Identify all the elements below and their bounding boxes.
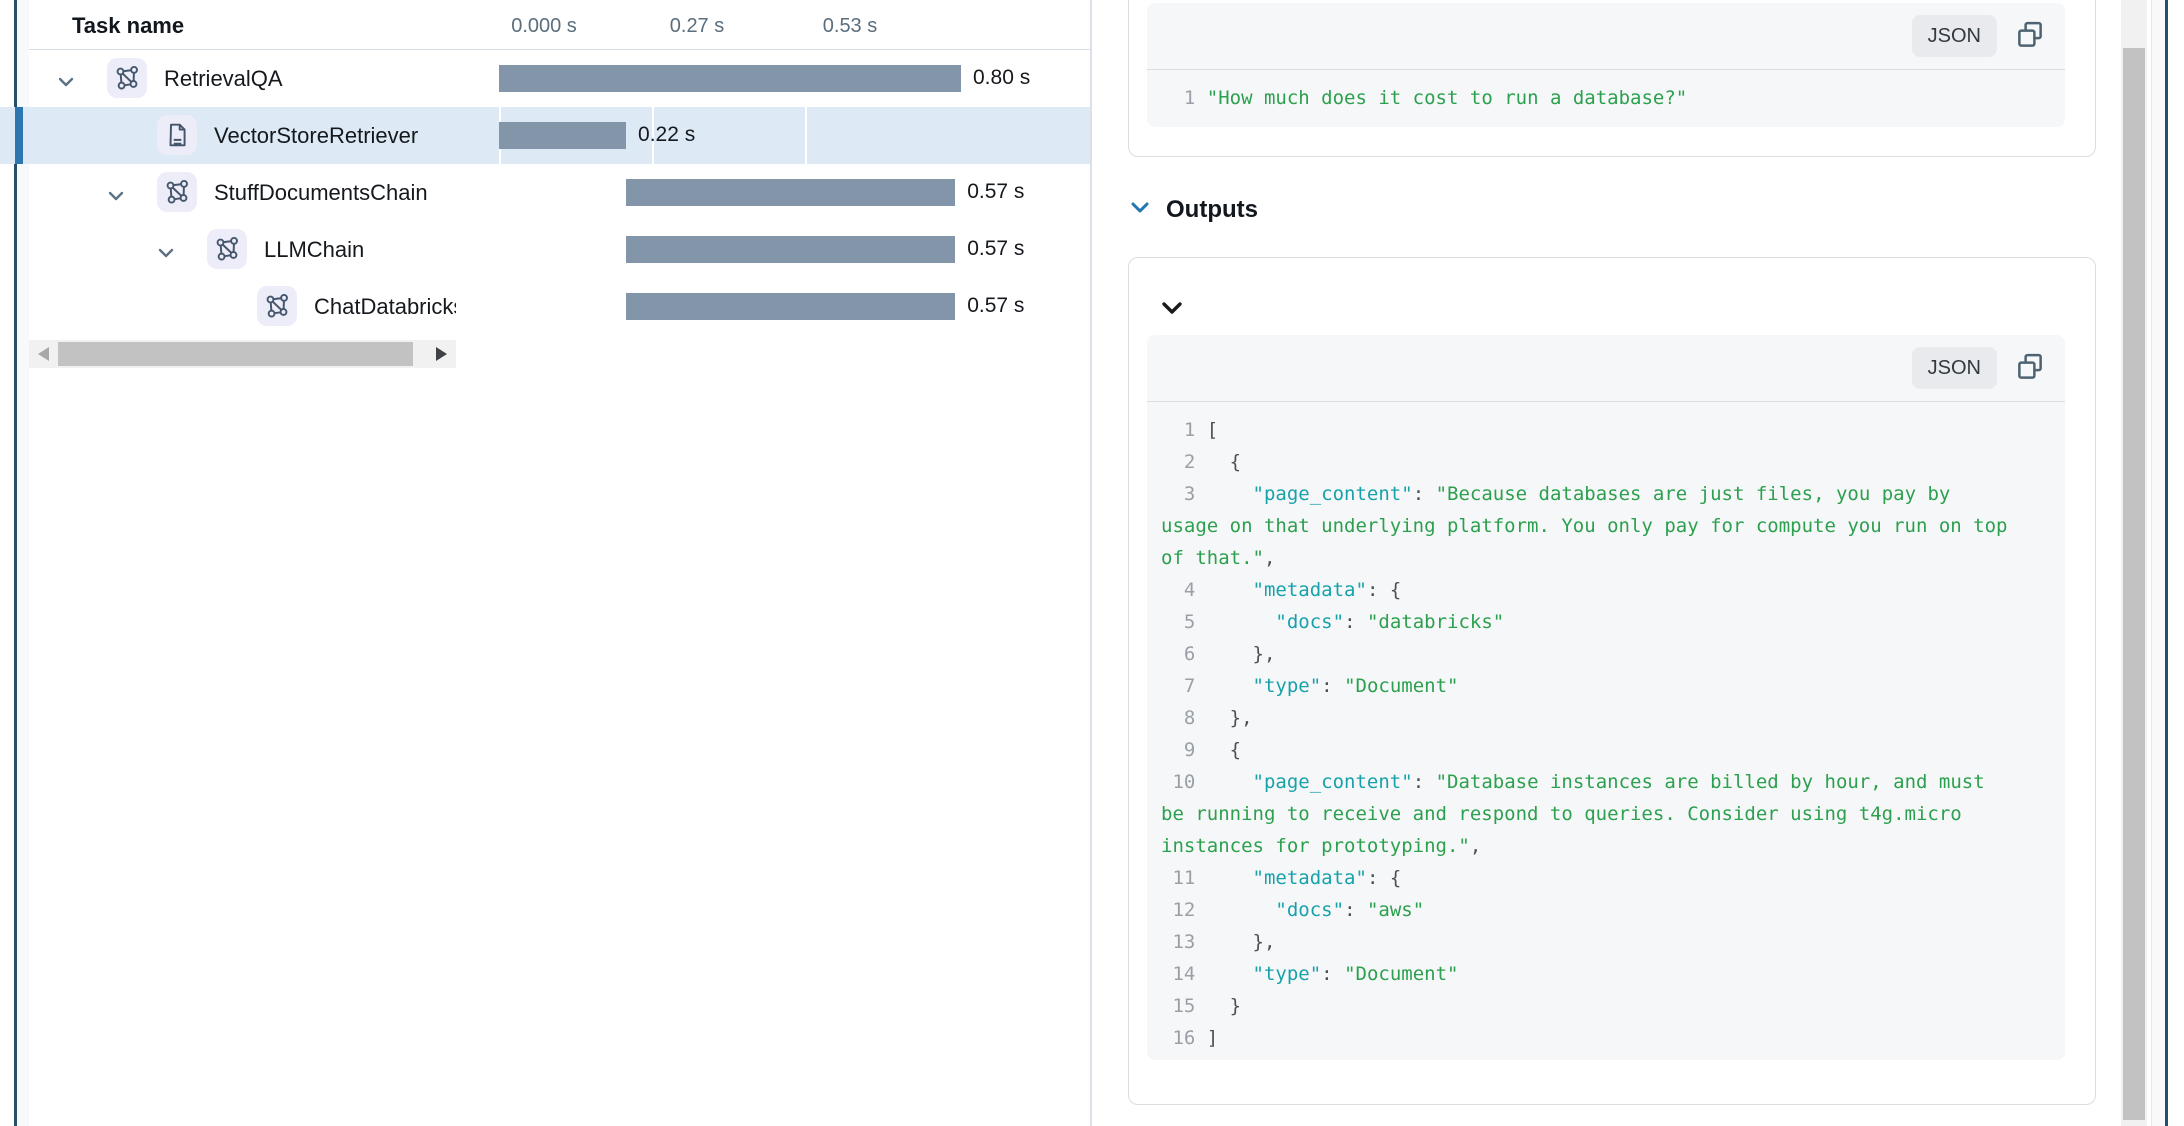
code-line: 2 { [1161, 446, 2013, 478]
chevron-down-icon[interactable] [108, 188, 124, 206]
json-format-button[interactable]: JSON [1912, 347, 1997, 389]
duration-bar[interactable] [499, 65, 961, 92]
code-line: 9 { [1161, 734, 2013, 766]
trace-row-chatdatabricks[interactable]: ChatDatabricks 0.57 s [0, 278, 1090, 335]
json-format-button[interactable]: JSON [1912, 15, 1997, 57]
task-name-cell: LLMChain [0, 221, 456, 278]
right-collapsed-rail [2151, 0, 2168, 1126]
duration-bar[interactable] [626, 236, 955, 263]
duration-label: 0.57 s [967, 180, 1024, 204]
collapse-chevron-down-icon[interactable] [1161, 301, 1183, 320]
task-name-column-header: Task name [72, 13, 184, 39]
line-number: 12 [1161, 899, 1207, 921]
vertical-scrollbar[interactable] [2121, 0, 2147, 1126]
task-name-cell: RetrievalQA [0, 50, 456, 107]
task-name-label: VectorStoreRetriever [214, 123, 418, 149]
line-number: 2 [1161, 451, 1207, 473]
scroll-left-arrow-icon[interactable] [38, 347, 49, 361]
line-number: 16 [1161, 1027, 1207, 1049]
chain-icon [207, 229, 247, 269]
horizontal-scrollbar[interactable] [29, 340, 456, 368]
line-number: 13 [1161, 931, 1207, 953]
code-line: 15 } [1161, 990, 2013, 1022]
trace-rows: RetrievalQA 0.80 s VectorStoreRetriever 0.2… [0, 50, 1090, 335]
line-number: 8 [1161, 707, 1207, 729]
task-name-label: RetrievalQA [164, 66, 283, 92]
line-number: 11 [1161, 867, 1207, 889]
line-number: 7 [1161, 675, 1207, 697]
inputs-code-block: JSON 1 "How much does it cost to run a d… [1147, 3, 2065, 127]
code-line: 8 }, [1161, 702, 2013, 734]
line-number: 6 [1161, 643, 1207, 665]
code-line: 12 "docs": "aws" [1161, 894, 2013, 926]
code-line: 4 "metadata": { [1161, 574, 2013, 606]
trace-row-vectorstoreretriever[interactable]: VectorStoreRetriever 0.22 s [0, 107, 1090, 164]
code-line: 7 "type": "Document" [1161, 670, 2013, 702]
task-name-cell: ChatDatabricks [0, 278, 456, 335]
duration-bar[interactable] [499, 122, 626, 149]
task-name-label: ChatDatabricks [314, 294, 456, 320]
code-line: 6 }, [1161, 638, 2013, 670]
duration-label: 0.22 s [638, 123, 695, 147]
duration-bar[interactable] [626, 179, 955, 206]
trace-row-stuffdocumentschain[interactable]: StuffDocumentsChain 0.57 s [0, 164, 1090, 221]
axis-tick-label: 0.27 s [670, 15, 724, 38]
horizontal-scrollbar-thumb[interactable] [58, 342, 413, 366]
outputs-title: Outputs [1166, 196, 1258, 224]
task-name-cell: StuffDocumentsChain [0, 164, 456, 221]
code-line: 1 [ [1161, 414, 2013, 446]
outputs-code-block: JSON 1 [ 2 { 3 "page_content": "Because … [1147, 335, 2065, 1060]
inputs-code: 1 "How much does it cost to run a databa… [1147, 70, 2013, 114]
axis-tick-label: 0.53 s [823, 15, 877, 38]
line-number: 3 [1161, 483, 1207, 505]
line-number: 4 [1161, 579, 1207, 601]
copy-button[interactable] [2015, 352, 2045, 385]
duration-bar[interactable] [626, 293, 955, 320]
outputs-card: JSON 1 [ 2 { 3 "page_content": "Because … [1128, 257, 2096, 1105]
outputs-code: 1 [ 2 { 3 "page_content": "Because datab… [1147, 402, 2013, 1054]
code-line: 5 "docs": "databricks" [1161, 606, 2013, 638]
chain-icon [107, 58, 147, 98]
copy-button[interactable] [2015, 20, 2045, 53]
inputs-card: JSON 1 "How much does it cost to run a d… [1128, 0, 2096, 157]
scroll-right-arrow-icon[interactable] [436, 347, 447, 361]
timeline-gridline [805, 107, 807, 164]
code-line: 1 "How much does it cost to run a databa… [1161, 82, 2013, 114]
duration-label: 0.57 s [967, 294, 1024, 318]
line-number: 14 [1161, 963, 1207, 985]
line-number: 10 [1161, 771, 1207, 793]
chevron-down-icon[interactable] [1130, 201, 1150, 219]
document-icon [157, 115, 197, 155]
code-line: 11 "metadata": { [1161, 862, 2013, 894]
line-number: 9 [1161, 739, 1207, 761]
code-line: 14 "type": "Document" [1161, 958, 2013, 990]
task-name-label: LLMChain [264, 237, 364, 263]
vertical-scrollbar-thumb[interactable] [2123, 48, 2145, 1120]
line-number: 15 [1161, 995, 1207, 1017]
gantt-header: Task name 0.000 s 0.27 s 0.53 s [29, 0, 1090, 50]
duration-label: 0.80 s [973, 66, 1030, 90]
code-line: 16 ] [1161, 1022, 2013, 1054]
task-name-label: StuffDocumentsChain [214, 180, 428, 206]
chevron-down-icon[interactable] [158, 245, 174, 263]
chain-icon [157, 172, 197, 212]
trace-row-retrievalqa[interactable]: RetrievalQA 0.80 s [0, 50, 1090, 107]
chain-icon [257, 286, 297, 326]
line-number: 1 [1161, 87, 1207, 109]
trace-row-llmchain[interactable]: LLMChain 0.57 s [0, 221, 1090, 278]
axis-tick-label: 0.000 s [511, 15, 577, 38]
duration-label: 0.57 s [967, 237, 1024, 261]
code-line: 10 "page_content": "Database instances a… [1161, 766, 2013, 862]
code-line: 13 }, [1161, 926, 2013, 958]
panel-divider [1090, 0, 1092, 1126]
trace-viewer: Task name 0.000 s 0.27 s 0.53 s RetrievalQ… [0, 0, 2184, 1126]
line-number: 5 [1161, 611, 1207, 633]
code-line: 3 "page_content": "Because databases are… [1161, 478, 2013, 574]
line-number: 1 [1161, 419, 1207, 441]
outputs-section-header[interactable]: Outputs [1130, 196, 1258, 224]
copy-icon [2015, 352, 2045, 385]
chevron-down-icon[interactable] [58, 74, 74, 92]
task-name-cell: VectorStoreRetriever [0, 107, 456, 164]
copy-icon [2015, 20, 2045, 53]
